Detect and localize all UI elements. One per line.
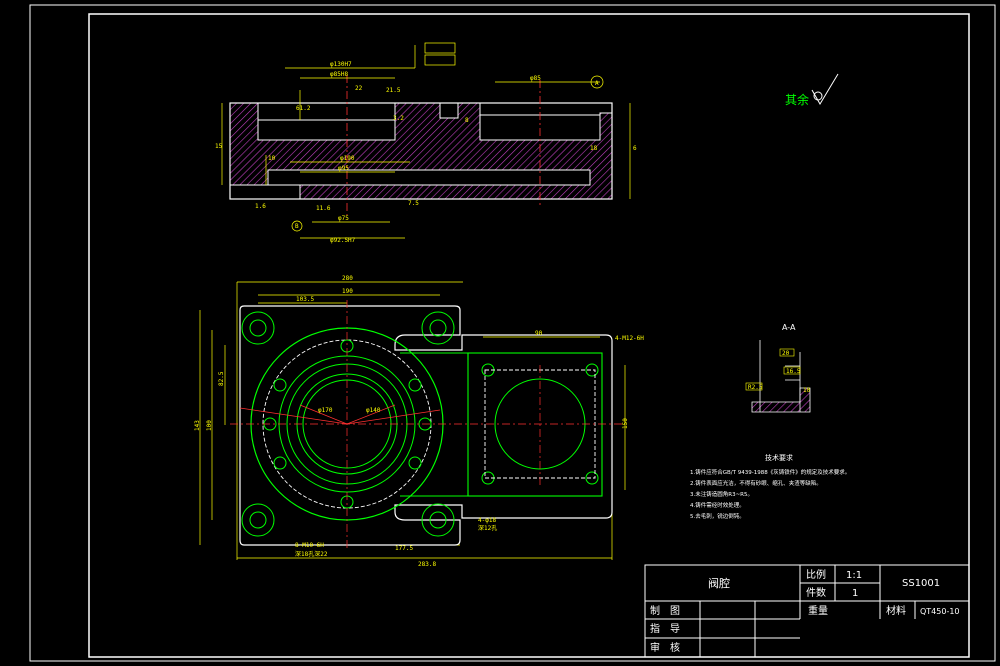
dim-top-total: 280 <box>342 275 353 282</box>
dim-top-left: 103.5 <box>296 296 314 303</box>
corner-lug <box>429 319 447 337</box>
datum-b: B <box>295 223 299 230</box>
dim-left-h3: 82.5 <box>218 371 225 386</box>
guide-label: 指 导 <box>650 622 680 635</box>
corner-lug <box>421 311 455 345</box>
right-boss <box>467 352 603 497</box>
note-br1: 4-φ18 <box>478 517 496 524</box>
tech-title: 技术要求 <box>765 453 793 462</box>
sec-dim-d2: φ85H8 <box>330 71 348 78</box>
section-view: φ130H7 φ85H8 φ190 φ95 φ75 φ85 φ92.5H7 61… <box>215 42 637 244</box>
corner-lug <box>249 319 267 337</box>
detail-body <box>751 387 811 413</box>
bolt-hole <box>273 378 287 392</box>
sec-dim-h7: 11.6 <box>316 205 331 212</box>
material-label: 材料 <box>886 604 906 617</box>
sec-dim-h5: 21.5 <box>386 87 401 94</box>
aa-dim-3: 10 <box>803 387 811 394</box>
sec-dim-d7: φ92.5H7 <box>330 237 356 244</box>
material-value: QT450-10 <box>920 607 960 616</box>
roughness-note: 其余 <box>785 92 809 107</box>
tech-item: 3.未注铸造圆角R3~R5。 <box>690 490 753 498</box>
bolt-hole <box>408 456 422 470</box>
dim-left-h2: 100 <box>206 420 213 431</box>
tech-requirements: 技术要求 1.铸件应符合GB/T 9439-1988《灰铸铁件》的规定及技术要求… <box>690 453 850 520</box>
bolt-hole <box>408 378 422 392</box>
tech-item: 5.去毛刺，锐边倒钝。 <box>690 512 745 520</box>
dim-bottom-1: 177.5 <box>395 545 413 552</box>
corner-lug <box>249 511 267 529</box>
sec-dim-h1: 61.2 <box>296 105 311 112</box>
sec-dim-h4: 18 <box>590 145 598 152</box>
sec-dim-d6: φ85 <box>530 75 541 82</box>
section-label: A-A <box>782 323 796 332</box>
dim-right-w: 90 <box>535 330 543 337</box>
aa-dim-2: 16.5 <box>786 368 801 375</box>
part-name: 阀腔 <box>708 576 730 590</box>
tech-item: 2.铸件表面应光洁，不得有砂眼、缩孔、夹渣等缺陷。 <box>690 479 822 487</box>
aa-dim-4: R2.5 <box>748 384 763 391</box>
tech-item: 1.铸件应符合GB/T 9439-1988《灰铸铁件》的规定及技术要求。 <box>690 468 850 476</box>
cad-drawing: φ130H7 φ85H8 φ190 φ95 φ75 φ85 φ92.5H7 61… <box>29 4 996 662</box>
weight-label: 重量 <box>808 604 828 617</box>
qty-value: 1 <box>852 588 858 599</box>
boss-outline-green <box>400 352 469 497</box>
dim-dia1: φ170 <box>318 407 333 414</box>
corner-lug <box>241 503 275 537</box>
qty-label: 件数 <box>806 586 826 599</box>
dim-dia2: φ140 <box>366 407 381 414</box>
dim-hole-note-r: 4-M12-6H <box>615 335 644 342</box>
sec-dim-h10: 6 <box>633 145 637 152</box>
tech-item: 4.铸件需经时效处理。 <box>690 501 745 509</box>
sec-dim-h3: 22 <box>355 85 363 92</box>
dim-right-h: 150 <box>622 418 629 429</box>
corner-lug <box>241 311 275 345</box>
datum-a: A <box>595 80 599 87</box>
dim-left-h1: 143 <box>194 420 201 431</box>
dim-top-inner: 190 <box>342 288 353 295</box>
note-bl2: 深18孔深22 <box>295 550 328 558</box>
sec-dim-d1: φ130H7 <box>330 61 352 68</box>
dim-bottom-2: 283.8 <box>418 561 436 568</box>
sec-dim-h12: 1.6 <box>255 203 266 210</box>
sec-dim-h11: 3.2 <box>393 115 404 122</box>
plan-view: 280 190 103.5 90 4-M12-6H 143 100 82.5 1… <box>194 275 644 568</box>
sec-dim-h2: 10 <box>268 155 276 162</box>
sec-dim-h6: 15 <box>215 143 223 150</box>
sec-dim-h8: 7.5 <box>408 200 419 207</box>
sec-dim-h9: 8 <box>465 117 469 124</box>
aa-dim-1: 20 <box>782 350 790 357</box>
drawn-label: 制 图 <box>650 604 680 617</box>
sec-dim-d5: φ75 <box>338 215 349 222</box>
review-label: 审 核 <box>650 641 680 654</box>
scale-value: 1:1 <box>846 570 862 581</box>
sec-dim-d4: φ95 <box>338 165 349 172</box>
note-br2: 深12孔 <box>478 524 497 532</box>
note-bl1: 8-M10-6H <box>295 542 324 549</box>
scale-label: 比例 <box>806 568 826 581</box>
sec-dim-d3: φ190 <box>340 155 355 162</box>
bolt-hole <box>273 456 287 470</box>
detail-aa: A-A 20 16.5 10 R2.5 <box>745 323 811 413</box>
drawing-no: SS1001 <box>902 578 940 589</box>
